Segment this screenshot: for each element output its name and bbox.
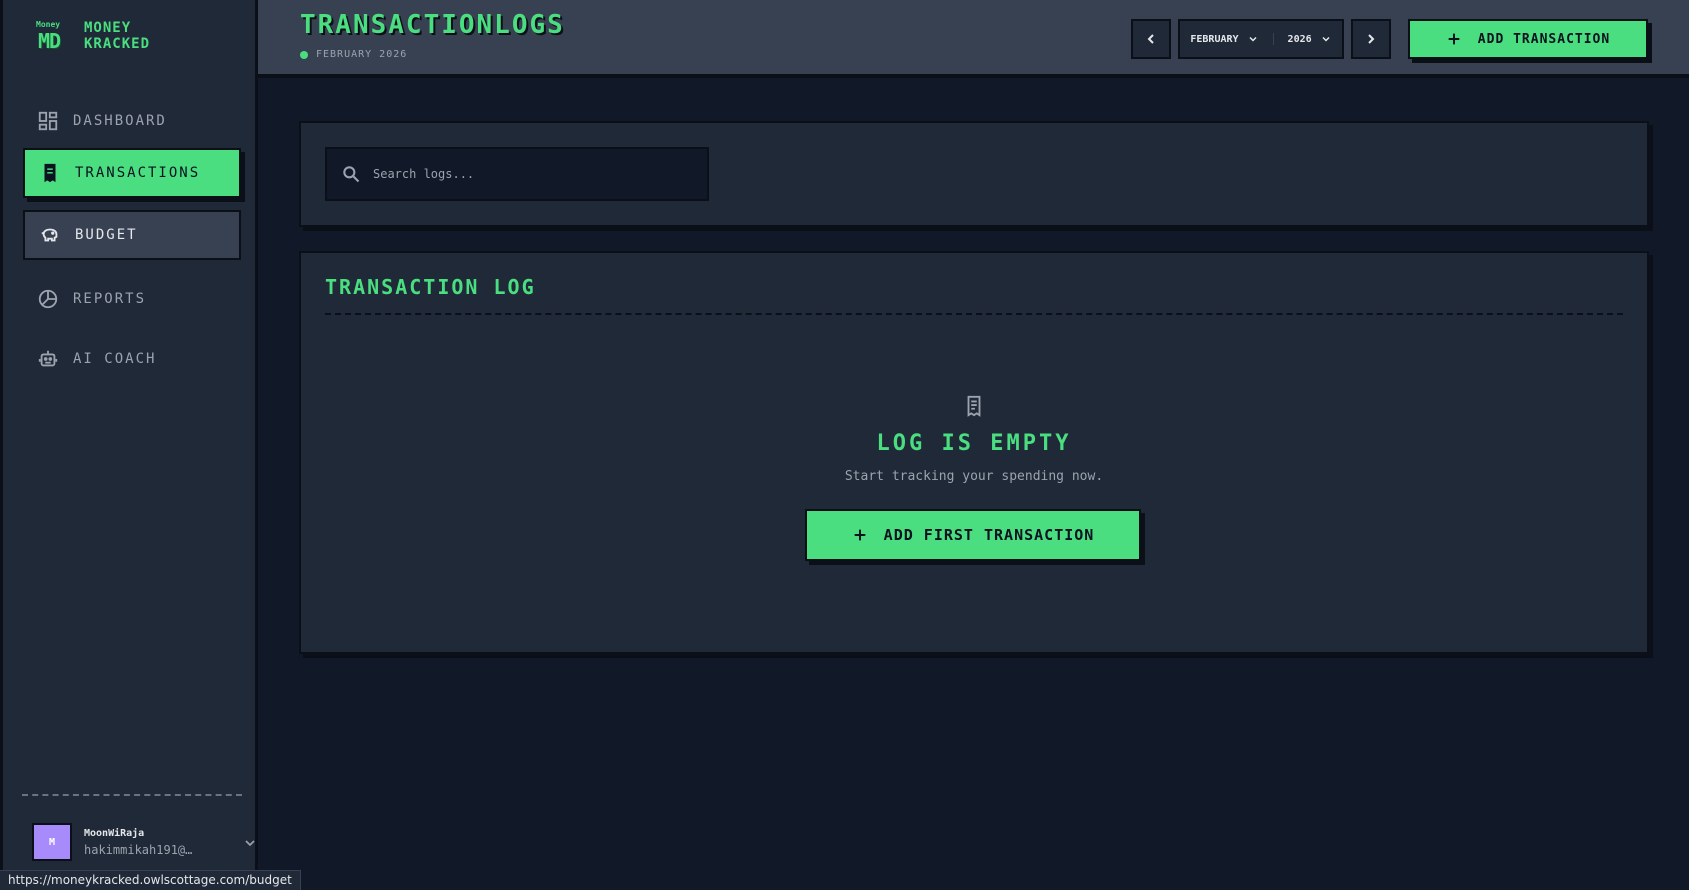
empty-state-subtitle: Start tracking your spending now. <box>844 469 1104 484</box>
date-selector: FEBRUARY 2026 <box>1178 19 1344 59</box>
sidebar: Money MD MONEY KRACKED DASHBOARD TRANSAC… <box>0 0 258 890</box>
sidebar-item-label: TRANSACTIONS <box>75 165 201 181</box>
transaction-log-panel: TRANSACTION LOG LOG IS EMPTY Start track… <box>299 251 1649 654</box>
chevron-right-icon <box>1368 34 1375 44</box>
search-box <box>325 147 709 201</box>
avatar: M <box>32 823 72 861</box>
brand-line-2: KRACKED <box>84 36 151 52</box>
user-menu[interactable]: M MoonWiRaja hakimmikah191@… <box>32 823 255 861</box>
plus-icon <box>854 529 866 541</box>
logo-small-text: Money <box>36 20 61 29</box>
add-transaction-button[interactable]: ADD TRANSACTION <box>1408 19 1648 59</box>
subtitle-text: FEBRUARY 2026 <box>316 49 408 60</box>
add-transaction-label: ADD TRANSACTION <box>1477 31 1611 47</box>
year-select[interactable]: 2026 <box>1272 33 1346 45</box>
user-name: MoonWiRaja <box>84 827 145 839</box>
user-info: MoonWiRaja hakimmikah191@… <box>84 828 192 857</box>
empty-state-icon-wrap <box>301 395 1647 417</box>
brand-line-1: MONEY <box>84 20 132 36</box>
receipt-icon <box>967 395 981 417</box>
year-value: 2026 <box>1287 33 1312 45</box>
sidebar-item-budget[interactable]: BUDGET <box>23 210 241 260</box>
section-divider <box>325 313 1623 315</box>
sidebar-item-label: AI COACH <box>73 351 157 367</box>
month-value: FEBRUARY <box>1190 33 1239 45</box>
sidebar-item-ai-coach[interactable]: AI COACH <box>23 334 241 384</box>
chevron-down-icon <box>1249 36 1257 42</box>
add-first-transaction-button[interactable]: ADD FIRST TRANSACTION <box>805 509 1141 561</box>
user-email: hakimmikah191@… <box>84 842 193 857</box>
search-input[interactable] <box>373 167 673 181</box>
brand-name: MONEY KRACKED <box>84 20 150 52</box>
sidebar-item-dashboard[interactable]: DASHBOARD <box>23 96 241 146</box>
next-month-button[interactable] <box>1351 19 1391 59</box>
chevron-down-icon <box>1322 36 1330 42</box>
piggy-bank-icon <box>41 228 58 242</box>
sidebar-item-reports[interactable]: REPORTS <box>23 274 241 324</box>
sidebar-item-transactions[interactable]: TRANSACTIONS <box>23 148 241 198</box>
add-first-transaction-label: ADD FIRST TRANSACTION <box>883 526 1095 544</box>
month-select[interactable]: FEBRUARY <box>1176 33 1272 45</box>
chevron-down-icon[interactable] <box>242 835 258 851</box>
page-title: TRANSACTIONLOGS <box>300 10 565 40</box>
status-url: https://moneykracked.owlscottage.com/bud… <box>0 870 301 890</box>
sidebar-item-label: BUDGET <box>75 227 138 243</box>
receipt-icon <box>44 163 56 183</box>
robot-icon <box>38 350 58 367</box>
empty-state-title: LOG IS EMPTY <box>876 431 1072 456</box>
plus-icon <box>1448 33 1460 45</box>
sidebar-item-label: REPORTS <box>73 291 147 307</box>
sidebar-item-label: DASHBOARD <box>73 113 167 129</box>
status-dot <box>300 50 308 59</box>
previous-month-button[interactable] <box>1131 19 1171 59</box>
page-subtitle: FEBRUARY 2026 <box>300 49 407 60</box>
pie-chart-icon <box>38 289 58 309</box>
chevron-left-icon <box>1147 34 1154 44</box>
logo-big-text: MD <box>38 29 61 53</box>
section-title: TRANSACTION LOG <box>325 275 536 299</box>
search-icon <box>343 166 360 183</box>
search-panel <box>299 121 1649 227</box>
grid-icon <box>38 111 58 131</box>
sidebar-divider <box>22 794 242 796</box>
page-header: TRANSACTIONLOGS FEBRUARY 2026 FEBRUARY 2… <box>258 0 1689 78</box>
logo[interactable]: Money MD MONEY KRACKED <box>36 20 150 53</box>
logo-icon: Money MD <box>36 20 70 53</box>
